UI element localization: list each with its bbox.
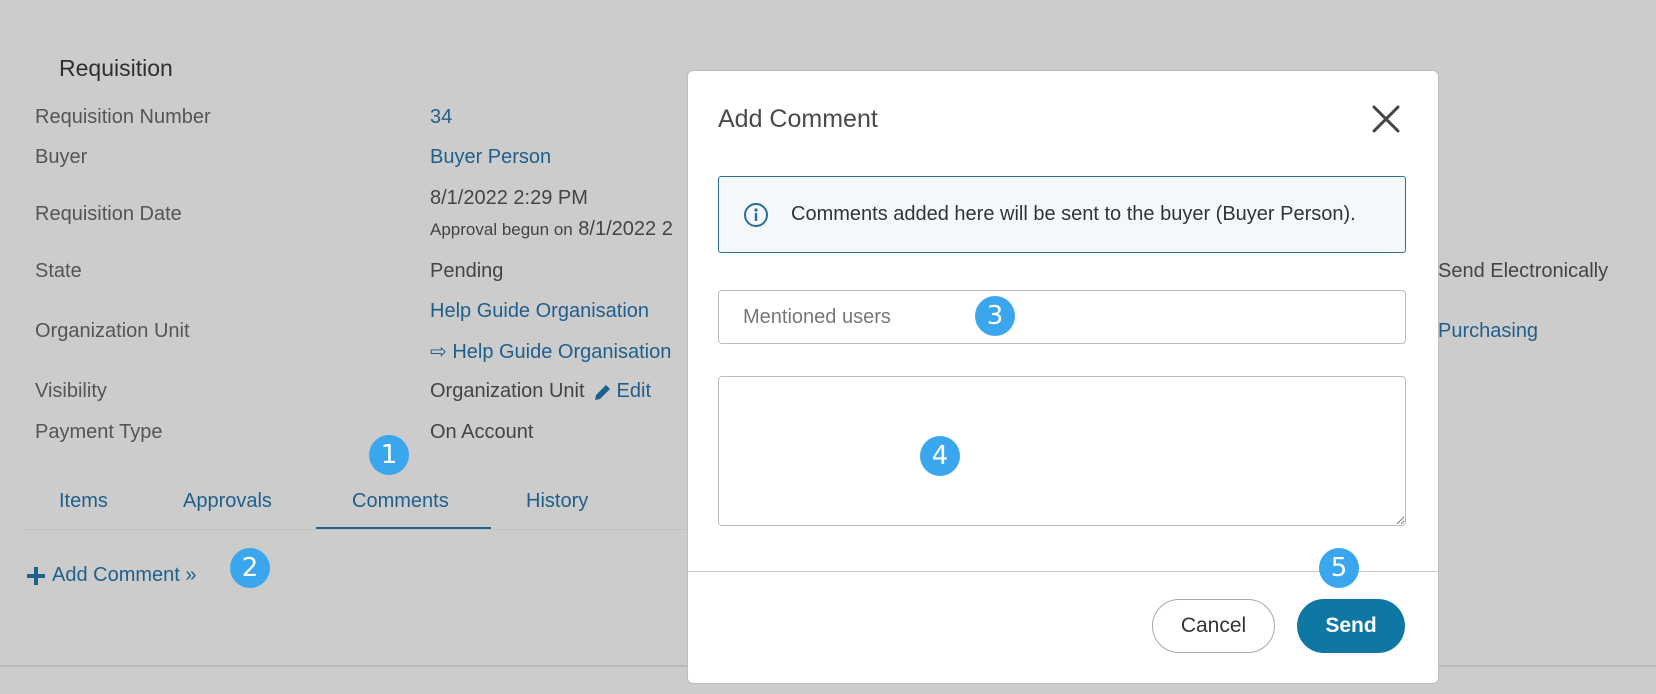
organization-parent-link[interactable]: ⇨ Help Guide Organisation [430,339,671,364]
organization-unit-label: Organization Unit [35,320,190,342]
purchasing-link[interactable]: Purchasing [1438,320,1538,343]
info-text: Comments added here will be sent to the … [791,203,1356,225]
info-notice: Comments added here will be sent to the … [718,176,1406,253]
step-badge-4: 4 [920,436,960,476]
approval-begun: Approval begun on 8/1/2022 2 [430,218,673,241]
add-comment-link[interactable]: Add Comment » [26,564,197,587]
step-badge-2: 2 [230,548,270,588]
visibility-edit-button[interactable]: Edit [593,380,651,403]
state-value: Pending [430,260,504,282]
state-label: State [35,260,82,282]
visibility-value: Organization Unit [430,380,585,402]
cancel-button[interactable]: Cancel [1152,599,1275,653]
tab-items[interactable]: Items [59,490,108,513]
organization-unit-link[interactable]: Help Guide Organisation [430,300,649,323]
requisition-page: Requisition Requisition Number 34 Buyer … [0,0,1656,694]
requisition-number-value[interactable]: 34 [430,106,452,129]
section-title: Requisition [59,55,173,81]
requisition-date-label: Requisition Date [35,203,182,225]
plus-icon [27,566,45,585]
step-badge-1: 1 [369,435,409,475]
approval-begun-prefix: Approval begun on [430,220,573,239]
send-electronically-value: Send Electronically [1438,260,1609,282]
payment-type-value: On Account [430,421,534,443]
step-badge-3: 3 [975,296,1015,336]
tab-history[interactable]: History [526,490,588,513]
visibility-edit-label: Edit [616,380,651,402]
payment-type-label: Payment Type [35,421,163,443]
buyer-link[interactable]: Buyer Person [430,146,551,169]
pencil-icon [594,384,610,400]
approval-begun-value: 8/1/2022 2 [578,218,673,240]
tab-comments[interactable]: Comments [352,490,449,513]
step-badge-5: 5 [1319,548,1359,588]
visibility-label: Visibility [35,380,107,402]
requisition-number-label: Requisition Number [35,106,211,128]
active-tab-indicator [316,527,491,529]
close-icon[interactable] [1370,103,1402,135]
comment-textarea[interactable] [718,376,1406,526]
info-icon [744,202,768,227]
modal-title: Add Comment [718,105,878,133]
send-button[interactable]: Send [1297,599,1405,653]
visibility-value-row: Organization Unit Edit [430,380,651,403]
buyer-label: Buyer [35,146,88,168]
add-comment-label: Add Comment » [52,564,197,586]
requisition-date-value: 8/1/2022 2:29 PM [430,187,588,209]
tab-approvals[interactable]: Approvals [183,490,272,513]
mentioned-users-input[interactable] [718,290,1406,344]
add-comment-modal: Add Comment Comments added here will be … [687,70,1439,684]
